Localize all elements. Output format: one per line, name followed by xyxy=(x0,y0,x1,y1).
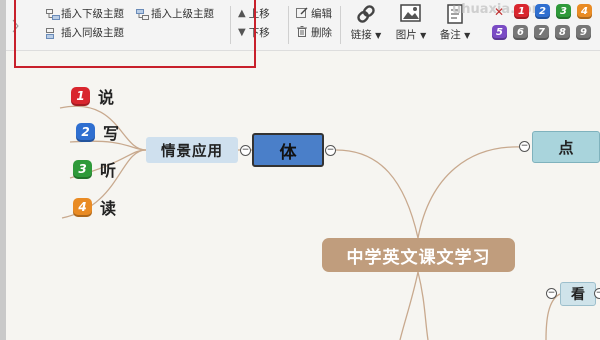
leaf-node-xie[interactable]: 2 写 xyxy=(76,120,119,144)
leaf-label: 说 xyxy=(98,88,115,107)
leaf-node-shuo[interactable]: 1 说 xyxy=(71,84,114,108)
priority-4-icon: 4 xyxy=(73,197,92,217)
collapse-toggle-icon[interactable]: − xyxy=(546,288,557,299)
topic-ti-label: 体 xyxy=(279,142,297,163)
collapse-toggle-icon[interactable]: − xyxy=(519,141,530,152)
collapse-toggle-icon[interactable]: − xyxy=(325,145,336,156)
leaf-label: 读 xyxy=(100,199,117,218)
central-topic-node[interactable]: 中学英文课文学习 xyxy=(322,238,515,272)
leaf-label: 写 xyxy=(103,124,120,143)
leaf-label: 听 xyxy=(100,161,117,180)
priority-3-icon: 3 xyxy=(73,159,92,179)
topic-node-ti[interactable]: 体 xyxy=(252,133,324,167)
collapse-toggle-icon[interactable]: − xyxy=(594,288,600,299)
priority-2-icon: 2 xyxy=(76,122,95,142)
priority-1-icon: 1 xyxy=(71,86,90,106)
subtopic-label: 情景应用 xyxy=(161,143,223,160)
topic-dian-label: 点 xyxy=(558,138,574,157)
topic-kan-label: 看 xyxy=(571,287,585,303)
topic-node-kan[interactable]: 看 xyxy=(560,282,596,306)
central-topic-label: 中学英文课文学习 xyxy=(346,247,491,268)
subtopic-node-qingjing[interactable]: 情景应用 xyxy=(146,137,238,163)
collapse-toggle-icon[interactable]: − xyxy=(240,145,251,156)
topic-node-dian[interactable]: 点 xyxy=(532,131,600,163)
leaf-node-ting[interactable]: 3 听 xyxy=(73,157,116,181)
leaf-node-du[interactable]: 4 读 xyxy=(73,195,116,219)
